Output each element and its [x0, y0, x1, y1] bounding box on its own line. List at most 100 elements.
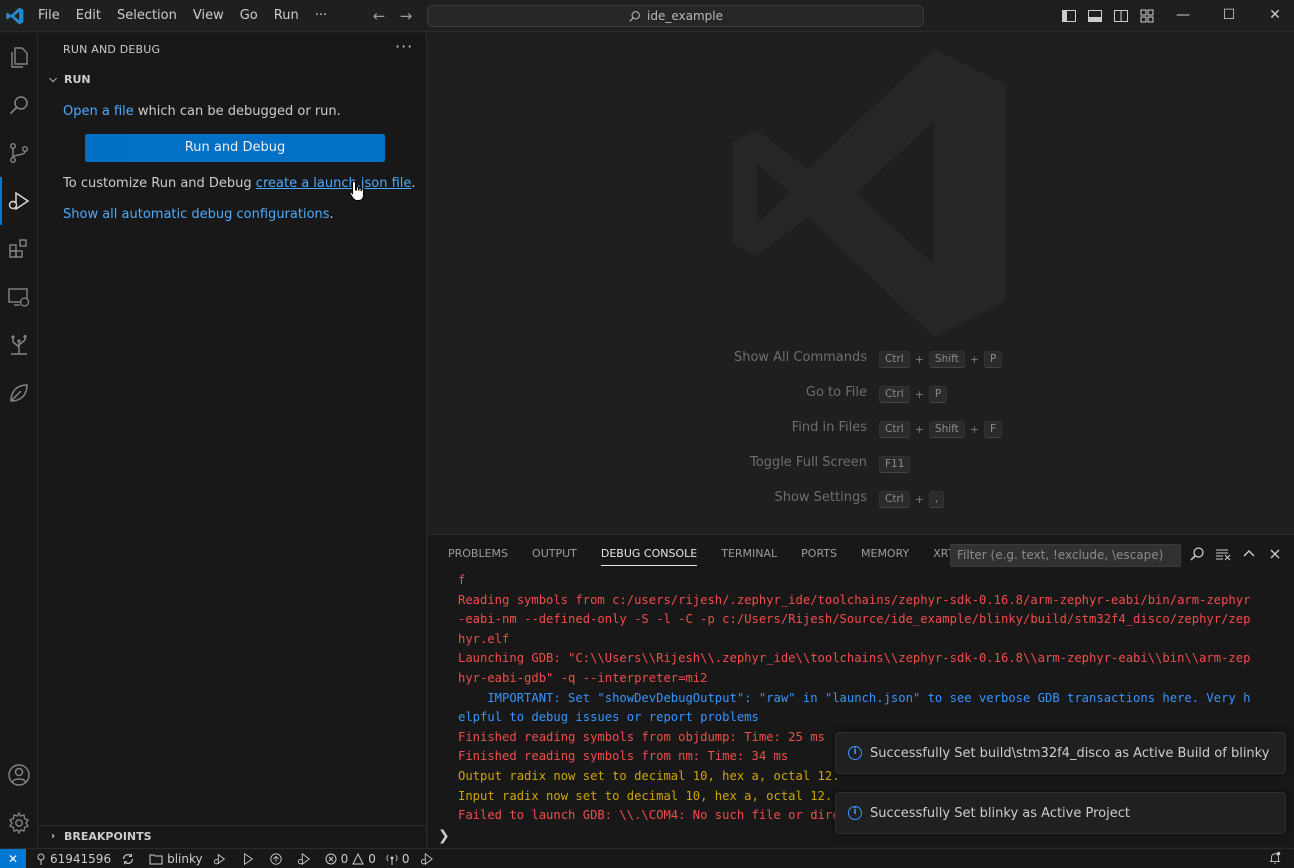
- forward-arrow-icon[interactable]: →: [397, 7, 415, 25]
- menu-run[interactable]: Run: [266, 0, 307, 32]
- accounts-tab[interactable]: [0, 751, 38, 799]
- status-problems[interactable]: 0 0: [325, 852, 376, 866]
- menu-selection[interactable]: Selection: [109, 0, 185, 32]
- notification-toast[interactable]: i Successfully Set build\stm32f4_disco a…: [835, 732, 1286, 774]
- shortcut-show-all-commands[interactable]: Show All Commands Ctrl + Shift + P: [428, 348, 1294, 370]
- maximize-panel-icon[interactable]: [1241, 546, 1257, 562]
- console-line: Reading symbols from c:/users/rijesh/.ze…: [458, 592, 1251, 607]
- tab-output[interactable]: OUTPUT: [532, 535, 577, 573]
- run-and-debug-tab[interactable]: [0, 177, 38, 225]
- customize-layout-icon[interactable]: [1139, 8, 1155, 24]
- remote-indicator[interactable]: ✕: [0, 848, 26, 868]
- shortcut-toggle-full-screen[interactable]: Toggle Full Screen F11: [428, 453, 1294, 475]
- workspace-name: ide_example: [647, 9, 723, 23]
- upload-icon: [269, 852, 282, 865]
- show-all-suffix: .: [329, 207, 334, 222]
- key: Ctrl: [879, 420, 910, 438]
- status-build[interactable]: [213, 852, 231, 866]
- leaf-extension-tab[interactable]: [0, 369, 38, 417]
- extensions-tab[interactable]: [0, 225, 38, 273]
- active-indicator: [0, 177, 2, 225]
- status-project[interactable]: blinky: [149, 852, 203, 866]
- key: P: [984, 350, 1003, 368]
- run-section-label: RUN: [64, 72, 91, 86]
- tab-terminal[interactable]: TERMINAL: [721, 535, 777, 573]
- menu-more[interactable]: ···: [307, 0, 335, 32]
- menu-edit[interactable]: Edit: [68, 0, 109, 32]
- status-sync[interactable]: [121, 852, 139, 866]
- vscode-logo-icon: [6, 7, 24, 25]
- shortcut-keys: Ctrl + ,: [879, 488, 945, 510]
- pin-value: 61941596: [50, 851, 112, 866]
- minimize-icon[interactable]: —: [1160, 0, 1206, 32]
- run-debug-icon: [8, 191, 30, 211]
- create-launch-json-link[interactable]: create a launch.json file: [256, 176, 412, 191]
- key: Shift: [928, 350, 965, 368]
- key: P: [928, 385, 948, 403]
- console-input-prompt[interactable]: ❯: [438, 828, 450, 844]
- menu-file[interactable]: File: [30, 0, 68, 32]
- manage-tab[interactable]: [0, 799, 38, 847]
- back-arrow-icon[interactable]: ←: [370, 7, 388, 25]
- toggle-panel-icon[interactable]: [1087, 8, 1103, 24]
- status-flash[interactable]: [269, 852, 287, 866]
- tab-debug-console[interactable]: DEBUG CONSOLE: [600, 535, 698, 573]
- open-file-link[interactable]: Open a file: [63, 104, 134, 119]
- notification-message: Successfully Set blinky as Active Projec…: [870, 805, 1130, 821]
- broadcast-icon: [386, 854, 398, 865]
- editor-area: Show All Commands Ctrl + Shift + P Go to F…: [428, 33, 1294, 534]
- notification-bell-icon[interactable]: [1268, 851, 1282, 865]
- status-run[interactable]: [241, 852, 259, 866]
- search-tab[interactable]: [0, 81, 38, 129]
- debug-icon: [420, 852, 433, 865]
- source-control-tab[interactable]: [0, 129, 38, 177]
- toggle-primary-sidebar-icon[interactable]: [1061, 8, 1077, 24]
- maximize-icon[interactable]: ☐: [1206, 0, 1252, 32]
- console-filter-input[interactable]: Filter (e.g. text, !exclude, \escape): [950, 544, 1181, 567]
- more-actions-icon[interactable]: ···: [395, 37, 413, 56]
- run-and-debug-button[interactable]: Run and Debug: [85, 134, 385, 162]
- shortcut-go-to-file[interactable]: Go to File Ctrl + P: [428, 383, 1294, 405]
- toggle-secondary-sidebar-icon[interactable]: [1113, 8, 1129, 24]
- run-and-debug-sidebar: RUN AND DEBUG ··· ⌵ RUN Open a file whic…: [38, 33, 427, 848]
- show-all-configs-link[interactable]: Show all automatic debug configurations: [63, 207, 330, 222]
- panel-tabs: PROBLEMS OUTPUT DEBUG CONSOLE TERMINAL P…: [448, 535, 994, 573]
- console-line: -eabi-nm --defined-only -S -l -C -p c:/U…: [458, 612, 1251, 627]
- clear-console-icon[interactable]: [1215, 546, 1231, 562]
- account-icon: [8, 764, 30, 786]
- status-ports[interactable]: 0: [386, 852, 410, 866]
- shortcut-find-in-files[interactable]: Find in Files Ctrl + Shift + F: [428, 418, 1294, 440]
- shortcut-label: Find in Files: [791, 420, 867, 435]
- tab-ports[interactable]: PORTS: [801, 535, 837, 573]
- command-center-search[interactable]: ide_example: [427, 5, 924, 27]
- status-pin-value[interactable]: 61941596: [36, 852, 111, 866]
- status-debug[interactable]: [297, 852, 315, 866]
- tab-problems[interactable]: PROBLEMS: [448, 535, 508, 573]
- hand-cursor-icon: [349, 180, 364, 201]
- tab-memory[interactable]: MEMORY: [861, 535, 909, 573]
- status-run-debug[interactable]: [420, 852, 438, 866]
- shortcut-label: Go to File: [805, 385, 867, 400]
- breakpoints-section-header[interactable]: › BREAKPOINTS: [38, 825, 427, 847]
- menu-go[interactable]: Go: [232, 0, 266, 32]
- zephyr-ide-tab[interactable]: [0, 321, 38, 369]
- open-file-rest: which can be debugged or run.: [133, 104, 341, 119]
- info-icon: i: [848, 746, 862, 760]
- sync-icon: [123, 853, 134, 864]
- error-count: 0: [340, 851, 349, 866]
- gear-icon: [9, 811, 29, 835]
- show-all-configs-text: Show all automatic debug configurations.: [63, 207, 334, 222]
- remote-explorer-tab[interactable]: [0, 273, 38, 321]
- files-icon: [11, 47, 28, 68]
- shortcut-show-settings[interactable]: Show Settings Ctrl + ,: [428, 488, 1294, 510]
- key: Ctrl: [879, 350, 910, 368]
- close-panel-icon[interactable]: [1267, 546, 1283, 562]
- console-line: IMPORTANT: Set "showDevDebugOutput": "ra…: [458, 690, 1251, 705]
- run-section-header[interactable]: ⌵ RUN: [38, 68, 427, 90]
- search-icon[interactable]: [1189, 546, 1205, 562]
- console-line: Launching GDB: "C:\\Users\\Rijesh\\.zeph…: [458, 651, 1251, 666]
- notification-toast[interactable]: i Successfully Set blinky as Active Proj…: [835, 792, 1286, 834]
- explorer-tab[interactable]: [0, 33, 38, 81]
- close-icon[interactable]: ✕: [1252, 0, 1294, 32]
- menu-view[interactable]: View: [185, 0, 232, 32]
